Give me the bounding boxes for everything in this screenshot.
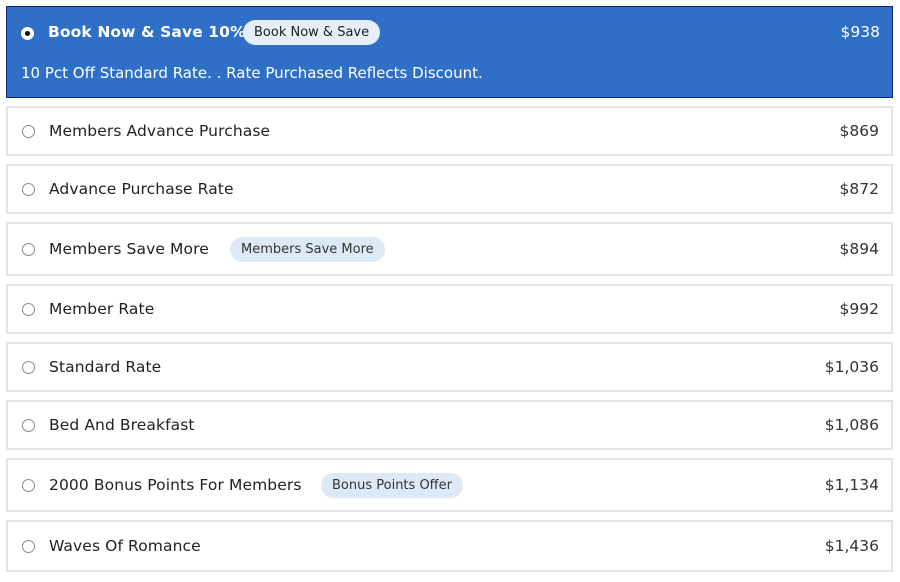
- rate-name: 2000 Bonus Points For Members: [49, 476, 302, 494]
- radio-icon[interactable]: [22, 419, 35, 432]
- rate-name: Members Save More: [49, 240, 209, 258]
- rate-option-member-rate[interactable]: Member Rate $992: [6, 284, 893, 334]
- radio-icon[interactable]: [22, 361, 35, 374]
- radio-icon[interactable]: [22, 479, 35, 492]
- rate-name: Waves Of Romance: [49, 537, 201, 555]
- rate-price: $894: [839, 240, 879, 258]
- rate-name: Bed And Breakfast: [49, 416, 195, 434]
- rate-option-book-now-save[interactable]: Book Now & Save 10% Book Now & Save $938…: [6, 6, 893, 98]
- rate-name: Member Rate: [49, 300, 155, 318]
- rate-name: Book Now & Save 10%: [48, 23, 246, 41]
- rate-option-bonus-points[interactable]: 2000 Bonus Points For Members Bonus Poin…: [6, 458, 893, 512]
- rate-option-advance-purchase-rate[interactable]: Advance Purchase Rate $872: [6, 164, 893, 214]
- rate-name: Standard Rate: [49, 358, 162, 376]
- rate-price: $1,436: [824, 537, 879, 555]
- rate-options-list: Book Now & Save 10% Book Now & Save $938…: [0, 0, 900, 582]
- rate-badge: Bonus Points Offer: [321, 473, 463, 498]
- radio-icon[interactable]: [22, 243, 35, 256]
- radio-icon[interactable]: [22, 125, 35, 138]
- rate-price: $1,036: [824, 358, 879, 376]
- rate-badge: Members Save More: [230, 237, 385, 262]
- rate-price: $869: [839, 122, 879, 140]
- rate-description: 10 Pct Off Standard Rate. . Rate Purchas…: [21, 64, 483, 82]
- rate-price: $938: [840, 23, 880, 41]
- rate-price: $872: [839, 180, 879, 198]
- radio-icon[interactable]: [22, 540, 35, 553]
- radio-icon[interactable]: [22, 183, 35, 196]
- rate-badge: Book Now & Save: [243, 20, 381, 45]
- rate-option-members-advance-purchase[interactable]: Members Advance Purchase $869: [6, 106, 893, 156]
- rate-price: $1,086: [824, 416, 879, 434]
- rate-option-waves-of-romance[interactable]: Waves Of Romance $1,436: [6, 520, 893, 572]
- rate-price: $992: [839, 300, 879, 318]
- rate-option-members-save-more[interactable]: Members Save More Members Save More $894: [6, 222, 893, 276]
- radio-selected-icon[interactable]: [21, 27, 34, 40]
- radio-icon[interactable]: [22, 303, 35, 316]
- rate-name: Members Advance Purchase: [49, 122, 271, 140]
- rate-option-bed-and-breakfast[interactable]: Bed And Breakfast $1,086: [6, 400, 893, 450]
- rate-option-standard-rate[interactable]: Standard Rate $1,036: [6, 342, 893, 392]
- rate-price: $1,134: [824, 476, 879, 494]
- rate-name: Advance Purchase Rate: [49, 180, 234, 198]
